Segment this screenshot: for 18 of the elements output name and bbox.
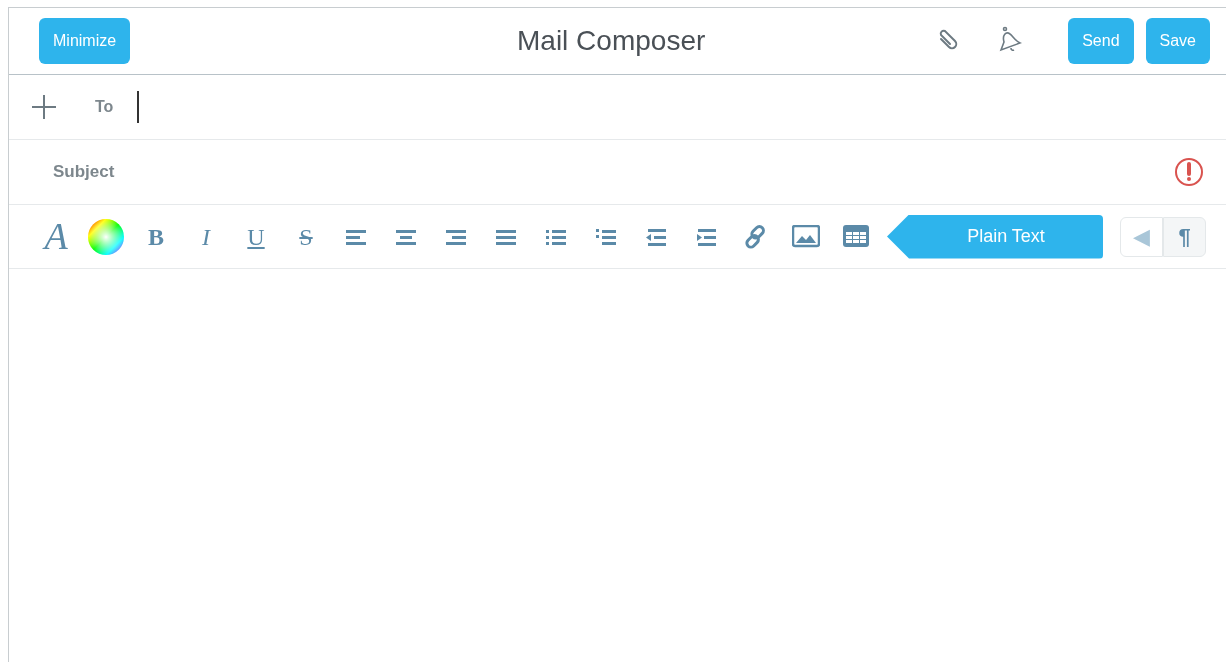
bold-button[interactable]: B [131, 216, 181, 257]
italic-button[interactable]: I [181, 216, 231, 257]
text-cursor [137, 91, 140, 123]
color-wheel-icon[interactable] [87, 217, 125, 256]
to-label: To [95, 97, 114, 117]
paragraph-button[interactable]: ¶ [1163, 216, 1206, 257]
font-button[interactable]: A [31, 216, 81, 257]
link-icon[interactable] [744, 224, 768, 249]
minimize-button[interactable]: Minimize [39, 18, 131, 64]
underline-button[interactable]: U [231, 216, 281, 257]
mode-label: Plain Text [887, 214, 1103, 259]
save-button[interactable]: Save [1145, 18, 1210, 64]
add-icon[interactable] [31, 94, 57, 120]
window-title: Mail Composer [516, 24, 707, 58]
table-icon[interactable] [843, 224, 869, 249]
strikethrough-button[interactable]: S [281, 216, 331, 257]
image-icon[interactable] [792, 224, 820, 249]
send-button[interactable]: Send [1068, 18, 1134, 64]
